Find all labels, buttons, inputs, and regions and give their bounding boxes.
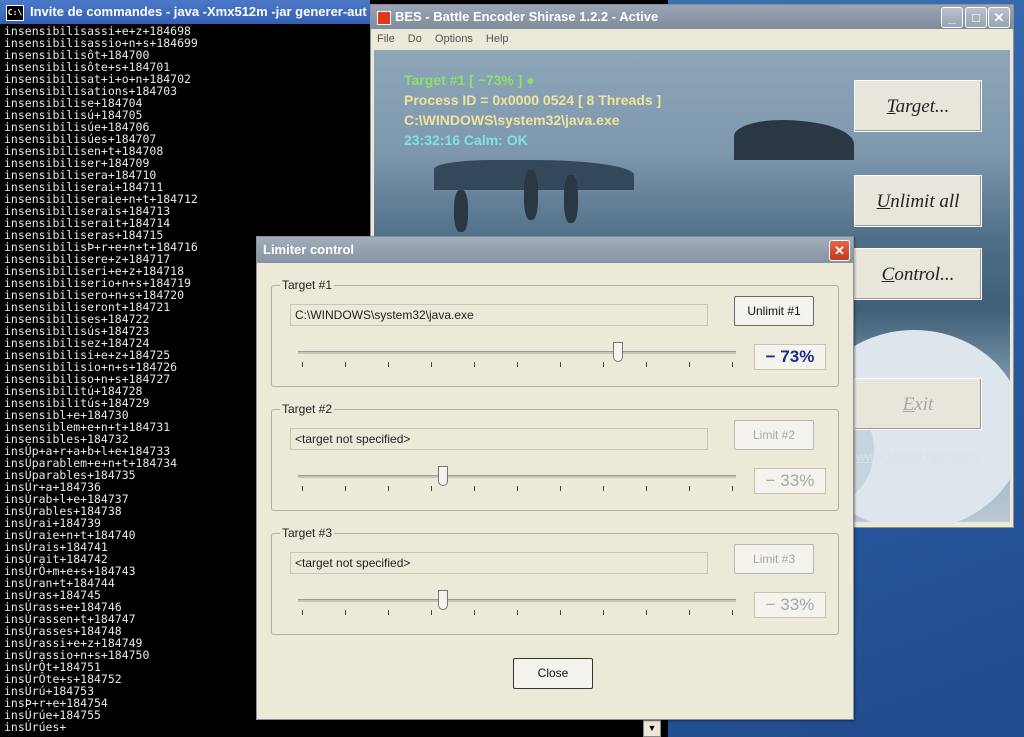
bes-app-icon — [377, 11, 391, 25]
limiter-control-dialog: Limiter control ✕ Target #1 C:\WINDOWS\s… — [256, 236, 854, 720]
target-path-field[interactable]: <target not specified> — [290, 428, 708, 450]
slider-tick — [474, 486, 475, 491]
limit-3-button[interactable]: Limit #3 — [734, 544, 814, 574]
menu-bar: File Do Options Help — [371, 29, 1013, 49]
slider-tick — [345, 610, 346, 615]
slider-ticks — [302, 486, 734, 492]
console-title: Invite de commandes - java -Xmx512m -jar… — [30, 4, 367, 19]
limit-percent-display: − 33% — [754, 592, 826, 618]
info-process-line: Process ID = 0x0000 0524 [ 8 Threads ] — [404, 92, 662, 108]
limit-slider-thumb[interactable] — [437, 466, 448, 486]
maximize-button[interactable]: □ — [965, 7, 987, 28]
dialog-title: Limiter control — [263, 242, 355, 257]
slider-tick — [474, 610, 475, 615]
slider-tick — [431, 486, 432, 491]
slider-tick — [517, 610, 518, 615]
limit-slider-track[interactable] — [298, 351, 736, 354]
slider-tick — [603, 362, 604, 367]
exit-button[interactable]: Exit — [854, 378, 982, 430]
slider-tick — [732, 610, 733, 615]
limit-slider-thumb[interactable] — [612, 342, 623, 362]
target-group-label: Target #1 — [280, 278, 335, 292]
target-group-label: Target #3 — [280, 526, 335, 540]
unlimit-1-button[interactable]: Unlimit #1 — [734, 296, 814, 326]
limit-percent-display: − 73% — [754, 344, 826, 370]
dialog-close-icon[interactable]: ✕ — [829, 240, 850, 261]
slider-tick — [388, 610, 389, 615]
slider-tick — [302, 610, 303, 615]
menu-file[interactable]: File — [377, 33, 395, 45]
console-scroll-down-button[interactable]: ▼ — [643, 720, 661, 737]
dialog-title-bar[interactable]: Limiter control ✕ — [257, 237, 853, 263]
target-group-label: Target #2 — [280, 402, 335, 416]
console-app-icon: C:\ — [6, 5, 24, 21]
slider-tick — [345, 362, 346, 367]
slider-tick — [603, 486, 604, 491]
menu-options[interactable]: Options — [435, 33, 473, 45]
slider-tick — [431, 362, 432, 367]
target-group-2: Target #2 <target not specified> Limit #… — [271, 402, 839, 511]
slider-ticks — [302, 610, 734, 616]
minimize-button[interactable]: _ — [941, 7, 963, 28]
slider-tick — [302, 362, 303, 367]
slider-tick — [732, 362, 733, 367]
control-button[interactable]: Control... — [854, 248, 982, 300]
slider-tick — [388, 486, 389, 491]
slider-tick — [302, 486, 303, 491]
menu-help[interactable]: Help — [486, 33, 509, 45]
bes-close-button[interactable]: ✕ — [988, 7, 1010, 28]
status-info: Target #1 [ −73% ] ● Process ID = 0x0000… — [404, 70, 661, 150]
slider-tick — [646, 362, 647, 367]
slider-tick — [388, 362, 389, 367]
target-path-field[interactable]: C:\WINDOWS\system32\java.exe — [290, 304, 708, 326]
unlimit-all-button[interactable]: Unlimit all — [854, 175, 982, 227]
slider-tick — [732, 486, 733, 491]
slider-tick — [517, 486, 518, 491]
slider-ticks — [302, 362, 734, 368]
info-target-line: Target #1 [ −73% ] ● — [404, 72, 535, 88]
limit-slider-thumb[interactable] — [437, 590, 448, 610]
slider-tick — [560, 610, 561, 615]
menu-do[interactable]: Do — [408, 33, 422, 45]
console-title-bar[interactable]: C:\ Invite de commandes - java -Xmx512m -… — [0, 0, 370, 24]
slider-tick — [560, 486, 561, 491]
target-group-3: Target #3 <target not specified> Limit #… — [271, 526, 839, 635]
slider-tick — [646, 486, 647, 491]
slider-tick — [689, 486, 690, 491]
limit-percent-display: − 33% — [754, 468, 826, 494]
bes-title-bar[interactable]: BES - Battle Encoder Shirase 1.2.2 - Act… — [371, 5, 1013, 29]
slider-tick — [689, 362, 690, 367]
target-path-field[interactable]: <target not specified> — [290, 552, 708, 574]
close-button[interactable]: Close — [513, 658, 593, 689]
website-link[interactable]: www.faireal.net/mion/ — [856, 449, 980, 464]
slider-tick — [345, 486, 346, 491]
target-group-1: Target #1 C:\WINDOWS\system32\java.exe U… — [271, 278, 839, 387]
limit-slider-track[interactable] — [298, 599, 736, 602]
slider-tick — [560, 362, 561, 367]
slider-tick — [646, 610, 647, 615]
target-button[interactable]: Target... — [854, 80, 982, 132]
slider-tick — [689, 610, 690, 615]
limit-2-button[interactable]: Limit #2 — [734, 420, 814, 450]
console-line: insÚrúes+ — [4, 720, 67, 734]
info-path-line: C:\WINDOWS\system32\java.exe — [404, 112, 620, 128]
info-status-line: 23:32:16 Calm: OK — [404, 132, 528, 148]
slider-tick — [474, 362, 475, 367]
limit-slider-track[interactable] — [298, 475, 736, 478]
slider-tick — [517, 362, 518, 367]
bes-title: BES - Battle Encoder Shirase 1.2.2 - Act… — [395, 9, 659, 24]
slider-tick — [603, 610, 604, 615]
slider-tick — [431, 610, 432, 615]
